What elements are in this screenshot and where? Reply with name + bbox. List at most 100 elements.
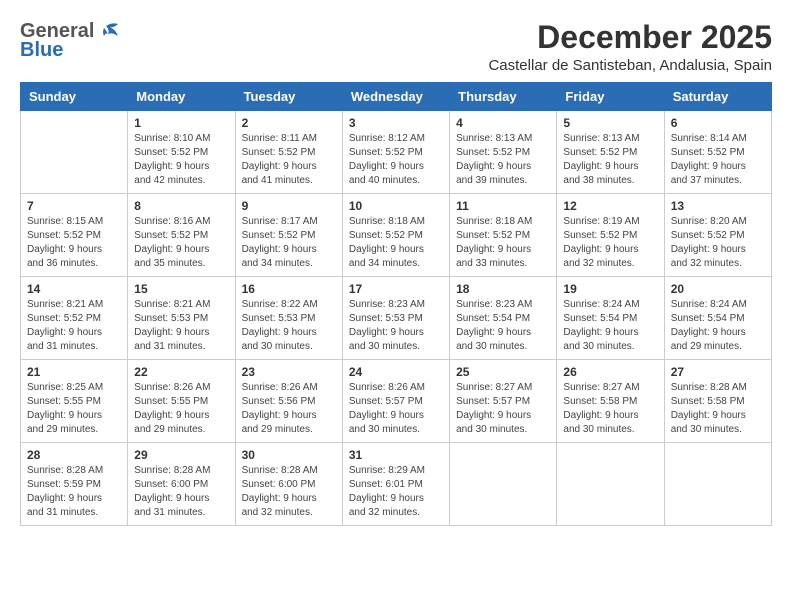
- calendar-cell: 7Sunrise: 8:15 AM Sunset: 5:52 PM Daylig…: [21, 194, 128, 277]
- week-row-3: 21 Sunrise: 8:25 AM Sunset: 5:55 PM Dayli…: [21, 360, 772, 443]
- day-number: 3: [349, 116, 443, 130]
- weekday-header-monday: Monday: [128, 83, 235, 111]
- logo-bird-icon: [98, 22, 120, 40]
- calendar-cell: 28 Sunrise: 8:28 AM Sunset: 5:59 PM Dayli…: [21, 443, 128, 526]
- weekday-header-friday: Friday: [557, 83, 664, 111]
- day-number: 24: [349, 365, 443, 379]
- title-area: December 2025 Castellar de Santisteban, …: [488, 20, 772, 74]
- day-info: Sunrise: 8:13 AM Sunset: 5:52 PM Dayligh…: [563, 132, 657, 188]
- day-info: Sunrise: 8:23 AM Sunset: 5:53 PM Dayligh…: [349, 298, 443, 354]
- day-info: Sunrise: 8:14 AM Sunset: 5:52 PM Dayligh…: [671, 132, 765, 188]
- month-title: December 2025: [488, 20, 772, 55]
- weekday-header-saturday: Saturday: [664, 83, 771, 111]
- day-number: 11: [456, 199, 550, 213]
- day-info: Sunrise: 8:24 AM Sunset: 5:54 PM Dayligh…: [671, 298, 765, 354]
- day-number: 27: [671, 365, 765, 379]
- day-number: 29: [134, 448, 228, 462]
- day-info: Sunrise: 8:26 AM Sunset: 5:57 PM Dayligh…: [349, 381, 443, 437]
- day-info: Sunrise: 8:18 AM Sunset: 5:52 PM Dayligh…: [456, 215, 550, 271]
- calendar-cell: 30 Sunrise: 8:28 AM Sunset: 6:00 PM Dayli…: [235, 443, 342, 526]
- calendar-cell: 23Sunrise: 8:26 AM Sunset: 5:56 PM Dayli…: [235, 360, 342, 443]
- day-info: Sunrise: 8:11 AM Sunset: 5:52 PM Dayligh…: [242, 132, 336, 188]
- calendar-cell: 5Sunrise: 8:13 AM Sunset: 5:52 PM Daylig…: [557, 111, 664, 194]
- day-number: 9: [242, 199, 336, 213]
- day-number: 8: [134, 199, 228, 213]
- day-number: 30: [242, 448, 336, 462]
- week-row-4: 28 Sunrise: 8:28 AM Sunset: 5:59 PM Dayli…: [21, 443, 772, 526]
- day-number: 14: [27, 282, 121, 296]
- day-info: Sunrise: 8:27 AM Sunset: 5:57 PM Dayligh…: [456, 381, 550, 437]
- calendar-cell: 27Sunrise: 8:28 AM Sunset: 5:58 PM Dayli…: [664, 360, 771, 443]
- calendar-cell: [450, 443, 557, 526]
- day-number: 22: [134, 365, 228, 379]
- day-number: 6: [671, 116, 765, 130]
- day-number: 16: [242, 282, 336, 296]
- logo-area: General Blue: [20, 20, 120, 62]
- weekday-header-thursday: Thursday: [450, 83, 557, 111]
- weekday-header-sunday: Sunday: [21, 83, 128, 111]
- calendar-cell: 14 Sunrise: 8:21 AM Sunset: 5:52 PM Dayli…: [21, 277, 128, 360]
- day-number: 25: [456, 365, 550, 379]
- day-number: 2: [242, 116, 336, 130]
- day-info: Sunrise: 8:25 AM Sunset: 5:55 PM Dayligh…: [27, 381, 121, 437]
- day-info: Sunrise: 8:27 AM Sunset: 5:58 PM Dayligh…: [563, 381, 657, 437]
- calendar-cell: 25 Sunrise: 8:27 AM Sunset: 5:57 PM Dayli…: [450, 360, 557, 443]
- day-info: Sunrise: 8:26 AM Sunset: 5:55 PM Dayligh…: [134, 381, 228, 437]
- calendar-cell: 15 Sunrise: 8:21 AM Sunset: 5:53 PM Dayli…: [128, 277, 235, 360]
- day-info: Sunrise: 8:29 AM Sunset: 6:01 PM Dayligh…: [349, 464, 443, 520]
- day-number: 13: [671, 199, 765, 213]
- calendar-cell: 16 Sunrise: 8:22 AM Sunset: 5:53 PM Dayli…: [235, 277, 342, 360]
- day-number: 1: [134, 116, 228, 130]
- calendar-cell: 11 Sunrise: 8:18 AM Sunset: 5:52 PM Dayli…: [450, 194, 557, 277]
- weekday-header-row: SundayMondayTuesdayWednesdayThursdayFrid…: [21, 83, 772, 111]
- calendar-table: SundayMondayTuesdayWednesdayThursdayFrid…: [20, 82, 772, 526]
- day-info: Sunrise: 8:22 AM Sunset: 5:53 PM Dayligh…: [242, 298, 336, 354]
- calendar-cell: 12 Sunrise: 8:19 AM Sunset: 5:52 PM Dayli…: [557, 194, 664, 277]
- calendar-cell: 10 Sunrise: 8:18 AM Sunset: 5:52 PM Dayli…: [342, 194, 449, 277]
- day-info: Sunrise: 8:21 AM Sunset: 5:53 PM Dayligh…: [134, 298, 228, 354]
- logo-blue-line: Blue: [20, 39, 63, 62]
- day-info: Sunrise: 8:28 AM Sunset: 5:59 PM Dayligh…: [27, 464, 121, 520]
- calendar-cell: 26 Sunrise: 8:27 AM Sunset: 5:58 PM Dayli…: [557, 360, 664, 443]
- weekday-header-tuesday: Tuesday: [235, 83, 342, 111]
- calendar-cell: 4Sunrise: 8:13 AM Sunset: 5:52 PM Daylig…: [450, 111, 557, 194]
- calendar-cell: 17Sunrise: 8:23 AM Sunset: 5:53 PM Dayli…: [342, 277, 449, 360]
- calendar-cell: 6 Sunrise: 8:14 AM Sunset: 5:52 PM Daylig…: [664, 111, 771, 194]
- day-number: 12: [563, 199, 657, 213]
- day-number: 21: [27, 365, 121, 379]
- calendar-cell: 22 Sunrise: 8:26 AM Sunset: 5:55 PM Dayli…: [128, 360, 235, 443]
- calendar-cell: 21 Sunrise: 8:25 AM Sunset: 5:55 PM Dayli…: [21, 360, 128, 443]
- day-info: Sunrise: 8:18 AM Sunset: 5:52 PM Dayligh…: [349, 215, 443, 271]
- calendar-cell: 8Sunrise: 8:16 AM Sunset: 5:52 PM Daylig…: [128, 194, 235, 277]
- day-number: 28: [27, 448, 121, 462]
- day-number: 18: [456, 282, 550, 296]
- day-info: Sunrise: 8:19 AM Sunset: 5:52 PM Dayligh…: [563, 215, 657, 271]
- day-info: Sunrise: 8:28 AM Sunset: 6:00 PM Dayligh…: [242, 464, 336, 520]
- day-info: Sunrise: 8:17 AM Sunset: 5:52 PM Dayligh…: [242, 215, 336, 271]
- calendar-cell: 24 Sunrise: 8:26 AM Sunset: 5:57 PM Dayli…: [342, 360, 449, 443]
- calendar-cell: 29Sunrise: 8:28 AM Sunset: 6:00 PM Dayli…: [128, 443, 235, 526]
- calendar-cell: [664, 443, 771, 526]
- day-info: Sunrise: 8:23 AM Sunset: 5:54 PM Dayligh…: [456, 298, 550, 354]
- page-header: General Blue December 2025 Castellar de …: [20, 20, 772, 74]
- calendar-cell: 18 Sunrise: 8:23 AM Sunset: 5:54 PM Dayli…: [450, 277, 557, 360]
- calendar-cell: 13 Sunrise: 8:20 AM Sunset: 5:52 PM Dayli…: [664, 194, 771, 277]
- day-number: 7: [27, 199, 121, 213]
- day-info: Sunrise: 8:20 AM Sunset: 5:52 PM Dayligh…: [671, 215, 765, 271]
- day-number: 15: [134, 282, 228, 296]
- day-info: Sunrise: 8:21 AM Sunset: 5:52 PM Dayligh…: [27, 298, 121, 354]
- calendar-cell: 3 Sunrise: 8:12 AM Sunset: 5:52 PM Daylig…: [342, 111, 449, 194]
- calendar-cell: 2 Sunrise: 8:11 AM Sunset: 5:52 PM Daylig…: [235, 111, 342, 194]
- week-row-2: 14 Sunrise: 8:21 AM Sunset: 5:52 PM Dayli…: [21, 277, 772, 360]
- day-info: Sunrise: 8:10 AM Sunset: 5:52 PM Dayligh…: [134, 132, 228, 188]
- day-info: Sunrise: 8:13 AM Sunset: 5:52 PM Dayligh…: [456, 132, 550, 188]
- day-info: Sunrise: 8:12 AM Sunset: 5:52 PM Dayligh…: [349, 132, 443, 188]
- day-number: 26: [563, 365, 657, 379]
- day-number: 19: [563, 282, 657, 296]
- weekday-header-wednesday: Wednesday: [342, 83, 449, 111]
- day-number: 20: [671, 282, 765, 296]
- calendar-cell: [557, 443, 664, 526]
- day-number: 10: [349, 199, 443, 213]
- day-info: Sunrise: 8:24 AM Sunset: 5:54 PM Dayligh…: [563, 298, 657, 354]
- calendar-cell: 19 Sunrise: 8:24 AM Sunset: 5:54 PM Dayli…: [557, 277, 664, 360]
